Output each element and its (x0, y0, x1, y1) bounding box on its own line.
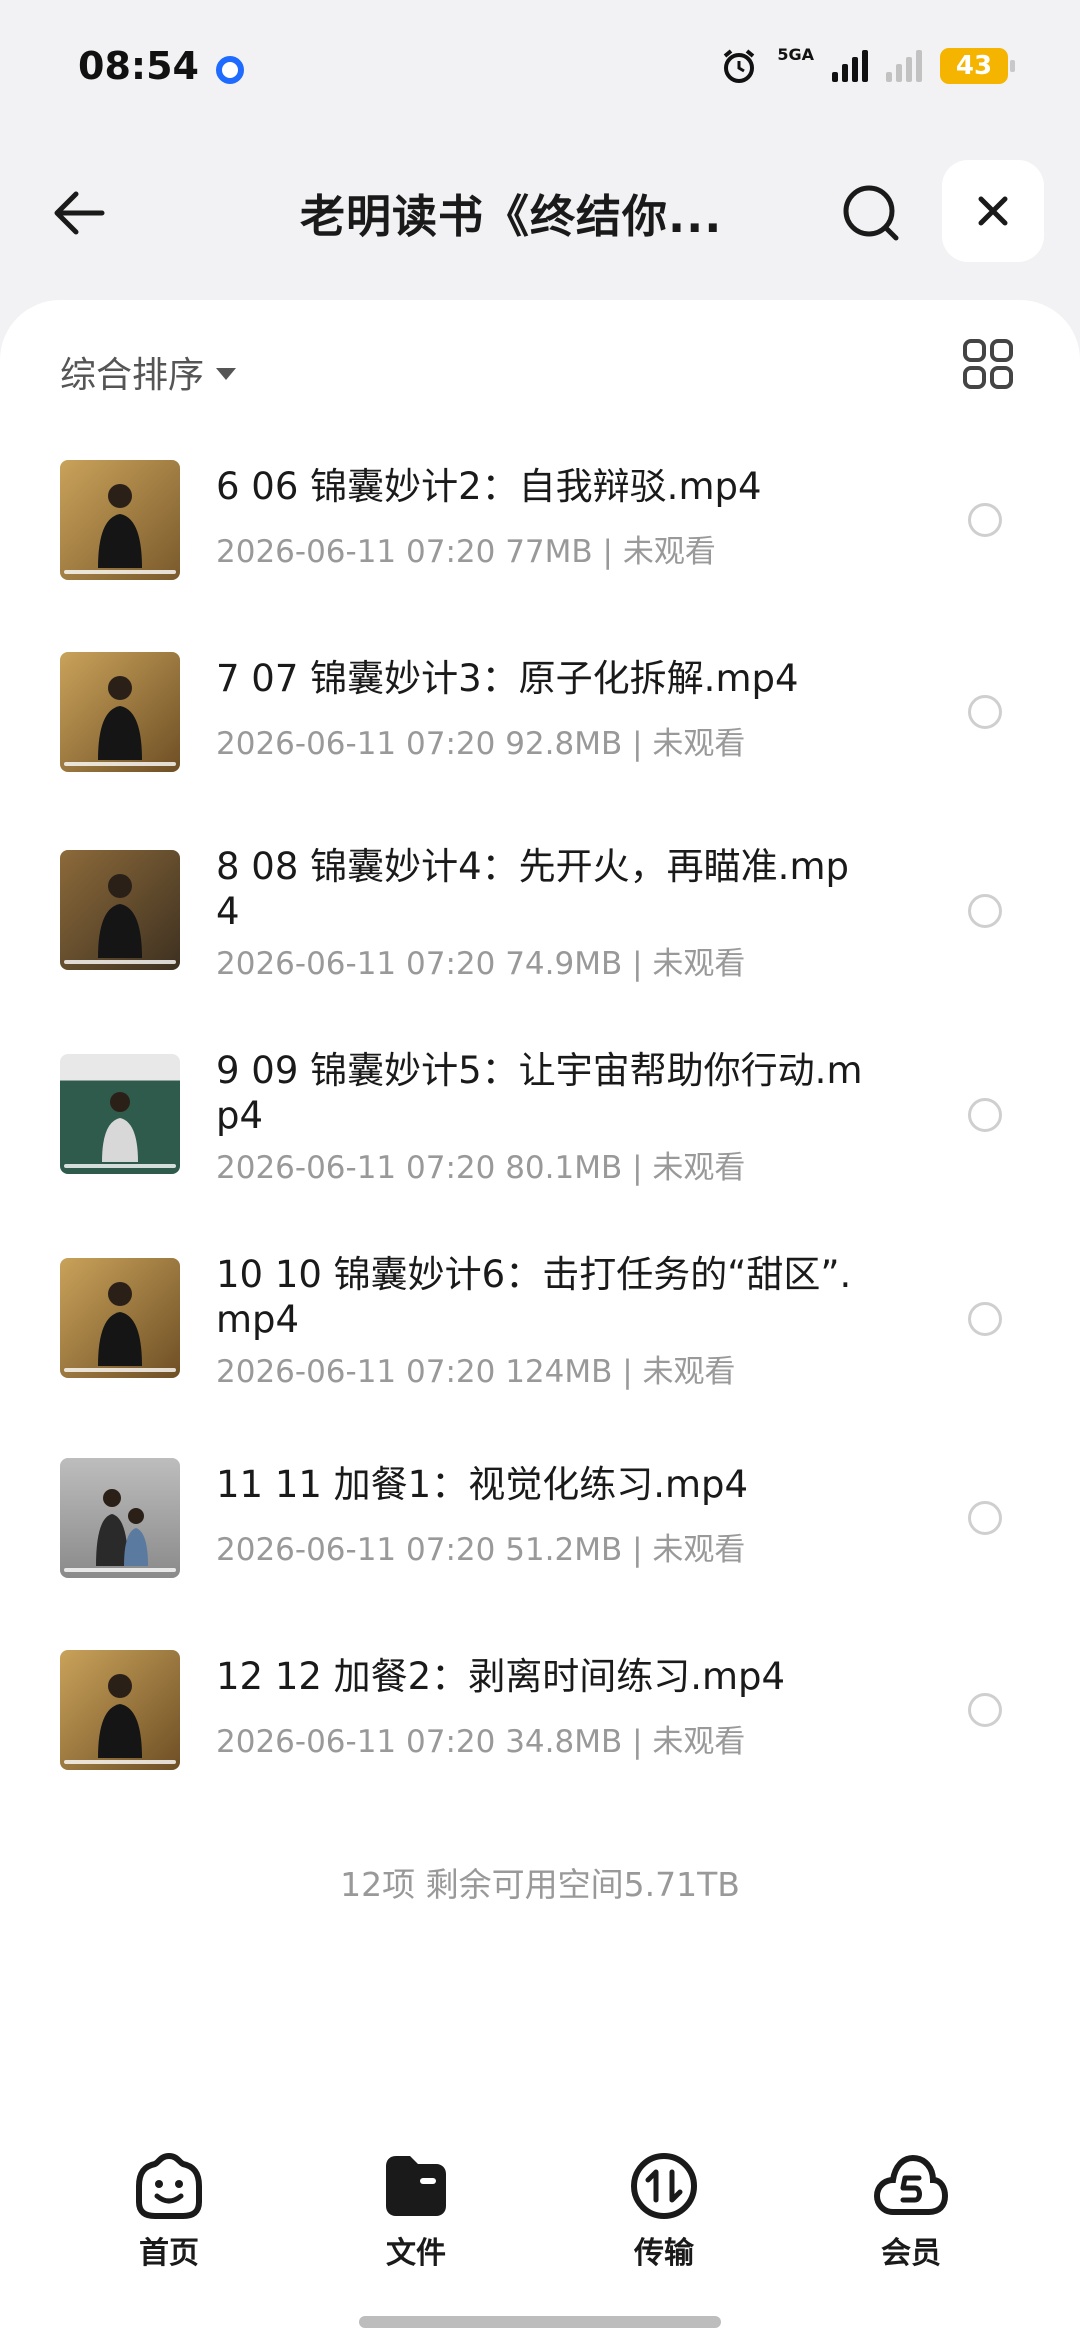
select-radio[interactable] (968, 1302, 1002, 1336)
signal-icon (832, 50, 868, 82)
file-list-panel: 综合排序 6 06 锦囊妙计2：自我辩驳.mp4 2026-06-11 07:2… (0, 300, 1080, 2344)
video-thumbnail (60, 1258, 180, 1378)
file-name: 9 09 锦囊妙计5：让宇宙帮助你行动.mp4 (216, 1049, 863, 1137)
select-radio[interactable] (968, 1501, 1002, 1535)
home-indicator[interactable] (359, 2316, 721, 2328)
tab-home[interactable]: 首页 (99, 2150, 239, 2272)
video-thumbnail (60, 1054, 180, 1174)
back-button[interactable] (44, 178, 114, 248)
caret-down-icon (216, 368, 237, 380)
select-radio[interactable] (968, 695, 1002, 729)
video-thumbnail (60, 460, 180, 580)
file-name: 8 08 锦囊妙计4：先开火，再瞄准.mp4 (216, 845, 849, 933)
tab-files[interactable]: 文件 (346, 2150, 486, 2272)
tab-membership[interactable]: 会员 (841, 2150, 981, 2272)
file-name: 10 10 锦囊妙计6：击打任务的“甜区”.mp4 (216, 1253, 852, 1341)
close-button[interactable] (942, 160, 1044, 262)
tab-transfer-label: 传输 (634, 2236, 694, 2271)
file-name: 11 11 加餐1：视觉化练习.mp4 (216, 1463, 749, 1506)
grid-icon (963, 339, 1013, 389)
video-thumbnail (60, 850, 180, 970)
grid-view-button[interactable] (962, 338, 1014, 390)
search-icon (843, 185, 899, 241)
file-meta: 2026-06-11 07:20 74.9MB | 未观看 (216, 946, 746, 982)
header: 老明读书《终结你... (0, 150, 1080, 270)
smiley-icon (136, 2152, 202, 2219)
file-meta: 2026-06-11 07:20 80.1MB | 未观看 (216, 1150, 746, 1186)
video-thumbnail (60, 1650, 180, 1770)
battery-icon: 43 (940, 48, 1015, 84)
alarm-icon (724, 49, 755, 83)
search-button[interactable] (836, 178, 906, 248)
status-bar: 08:54 5GA 43 (0, 0, 1080, 140)
close-icon (978, 196, 1008, 226)
file-meta: 2026-06-11 07:20 92.8MB | 未观看 (216, 726, 746, 762)
page-title: 老明读书《终结你... (300, 190, 723, 243)
tab-home-label: 首页 (139, 2236, 199, 2271)
video-thumbnail (60, 652, 180, 772)
folder-icon (386, 2156, 446, 2216)
file-name: 7 07 锦囊妙计3：原子化拆解.mp4 (216, 657, 799, 700)
app-indicator-icon (216, 56, 244, 84)
sort-dropdown[interactable]: 综合排序 (60, 346, 237, 398)
storage-summary: 12项 剩余可用空间5.71TB (340, 1865, 740, 1904)
signal-secondary-icon (886, 50, 922, 82)
battery-level: 43 (955, 51, 993, 81)
tab-transfer[interactable]: 传输 (594, 2150, 734, 2272)
file-meta: 2026-06-11 07:20 124MB | 未观看 (216, 1354, 736, 1390)
bottom-tab-bar: 首页 文件 传输 会员 (0, 2140, 1080, 2280)
tab-membership-label: 会员 (881, 2236, 941, 2271)
arrow-left-icon (54, 191, 105, 235)
status-icons: 5GA 43 (719, 44, 1015, 88)
video-thumbnail (60, 1458, 180, 1578)
file-meta: 2026-06-11 07:20 77MB | 未观看 (216, 534, 716, 570)
select-radio[interactable] (968, 1098, 1002, 1132)
file-name: 12 12 加餐2：剥离时间练习.mp4 (216, 1655, 786, 1698)
sort-label: 综合排序 (60, 355, 205, 396)
select-radio[interactable] (968, 894, 1002, 928)
transfer-icon (631, 2153, 697, 2219)
tab-files-label: 文件 (386, 2236, 446, 2271)
select-radio[interactable] (968, 1693, 1002, 1727)
file-meta: 2026-06-11 07:20 51.2MB | 未观看 (216, 1532, 746, 1568)
status-time: 08:54 (78, 44, 199, 88)
network-type: 5GA (777, 44, 814, 64)
select-radio[interactable] (968, 503, 1002, 537)
file-name: 6 06 锦囊妙计2：自我辩驳.mp4 (216, 465, 762, 508)
file-meta: 2026-06-11 07:20 34.8MB | 未观看 (216, 1724, 746, 1760)
cloud-s-icon (873, 2154, 949, 2215)
